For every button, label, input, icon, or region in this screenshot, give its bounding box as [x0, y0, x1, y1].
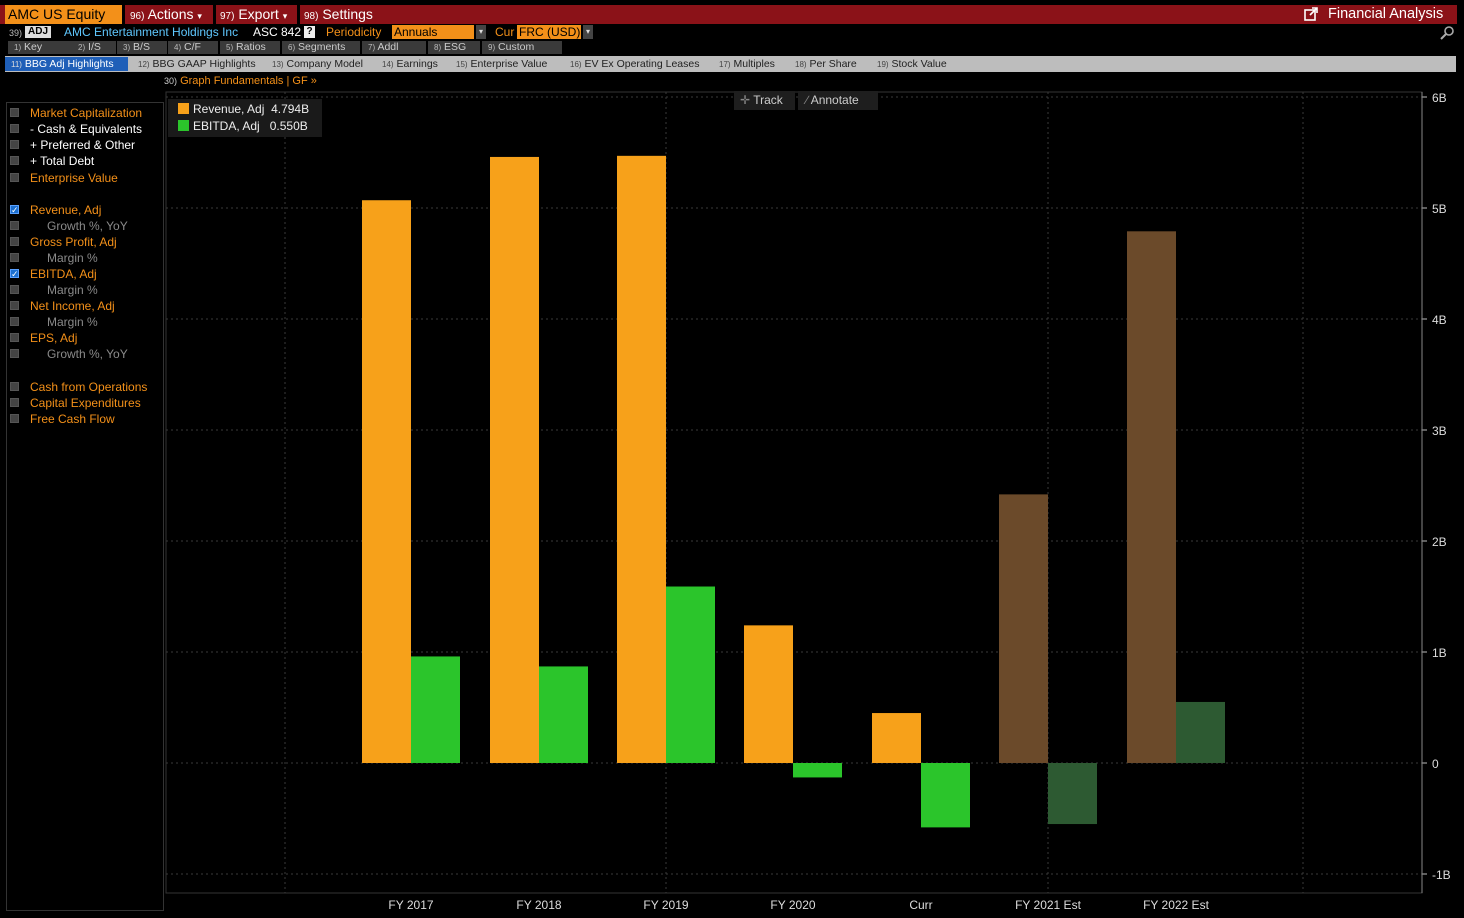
revenue-bar-fy-2019 [617, 155, 666, 763]
revenue-bar-fy-2020 [744, 625, 793, 763]
y-tick-label: 0 [1432, 757, 1439, 771]
x-tick-label: FY 2017 [388, 898, 433, 912]
ebitda-bar-fy-2018 [539, 666, 588, 763]
y-tick-label: 4B [1432, 313, 1447, 327]
crosshair-icon: ✛ [740, 93, 751, 107]
revenue-bar-curr [872, 713, 921, 763]
ebitda-bar-fy-2022-est [1176, 701, 1225, 763]
chart-legend: Revenue, Adj 4.794B EBITDA, Adj 0.550B [168, 99, 322, 137]
bar-chart: 6B 5B 4B 3B 2B 1B 0 -1B FY 2017 FY 2018 FY 2019 FY … [165, 91, 1451, 912]
x-tick-label: FY 2021 Est [1015, 898, 1081, 912]
revenue-bar-fy-2022-est [1127, 231, 1176, 763]
legend-label-revenue: Revenue, Adj 4.794B [193, 102, 310, 116]
y-tick-label: 3B [1432, 424, 1447, 438]
y-tick-label: 6B [1432, 91, 1447, 105]
legend-swatch-ebitda [178, 120, 189, 131]
ebitda-bar-fy-2017 [411, 656, 460, 763]
x-tick-label: FY 2020 [770, 898, 815, 912]
y-tick-label: 1B [1432, 646, 1447, 660]
x-tick-label: FY 2019 [643, 898, 688, 912]
y-tick-label: -1B [1432, 868, 1451, 882]
y-tick-label: 2B [1432, 535, 1447, 549]
ebitda-bar-fy-2021-est [1048, 763, 1097, 825]
annotate-button[interactable]: ∕ Annotate [798, 91, 878, 110]
track-button[interactable]: ✛ Track [734, 91, 795, 110]
ebitda-bar-curr [921, 763, 970, 828]
legend-swatch-revenue [178, 103, 189, 114]
x-tick-label: Curr [909, 898, 932, 912]
revenue-bar-fy-2021-est [999, 494, 1048, 763]
ebitda-bar-fy-2019 [666, 586, 715, 763]
revenue-bar-fy-2018 [490, 156, 539, 763]
x-tick-label: FY 2022 Est [1143, 898, 1209, 912]
legend-label-ebitda: EBITDA, Adj 0.550B [193, 119, 308, 133]
ebitda-bar-fy-2020 [793, 763, 842, 778]
revenue-bar-fy-2017 [362, 200, 411, 764]
y-tick-label: 5B [1432, 202, 1447, 216]
x-tick-label: FY 2018 [516, 898, 561, 912]
pencil-icon: ∕ [806, 93, 809, 107]
